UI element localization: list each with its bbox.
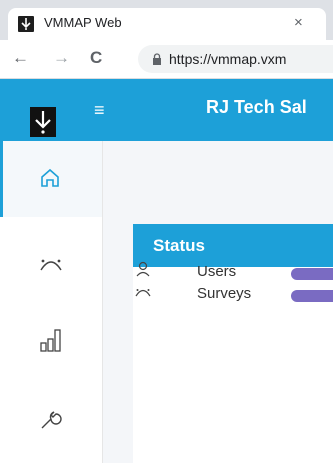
surveys-label: Surveys — [197, 285, 252, 302]
browser-tab[interactable]: VMMAP Web × — [8, 8, 326, 40]
users-label: Users — [197, 263, 237, 280]
url-text: https://vmmap.vxm — [169, 51, 287, 67]
vmmap-favicon-icon — [18, 16, 34, 32]
users-bar — [291, 268, 333, 280]
sidebar-item-home[interactable] — [0, 141, 102, 217]
tab-title: VMMAP Web — [44, 15, 122, 30]
sidebar — [0, 141, 103, 463]
browser-tab-strip: VMMAP Web × — [0, 0, 333, 40]
back-icon[interactable]: ← — [12, 49, 29, 67]
sidebar-item-charts[interactable] — [0, 308, 102, 384]
tab-close-icon[interactable]: × — [294, 14, 303, 31]
wrench-icon — [41, 411, 62, 429]
lock-icon — [153, 53, 161, 65]
address-bar[interactable]: https://vmmap.vxm — [138, 45, 333, 73]
status-header: Status — [133, 224, 333, 267]
home-icon — [41, 168, 59, 187]
chart-icon — [40, 329, 61, 352]
users-icon — [136, 261, 150, 277]
status-title: Status — [153, 236, 205, 255]
surveys-bar — [291, 290, 333, 302]
vmmap-logo-icon[interactable] — [30, 107, 56, 137]
menu-icon[interactable]: ≡ — [94, 100, 105, 121]
survey-icon — [40, 259, 62, 271]
sidebar-item-surveys[interactable] — [0, 233, 102, 309]
app-title: RJ Tech Sal — [206, 97, 307, 117]
status-card: Status Users Surveys — [133, 224, 333, 463]
forward-icon[interactable]: → — [53, 49, 70, 67]
browser-toolbar: ← → C https://vmmap.vxm — [0, 40, 333, 79]
reload-icon[interactable]: C — [90, 49, 102, 67]
survey-icon — [135, 289, 151, 297]
sidebar-item-settings[interactable] — [0, 387, 102, 463]
